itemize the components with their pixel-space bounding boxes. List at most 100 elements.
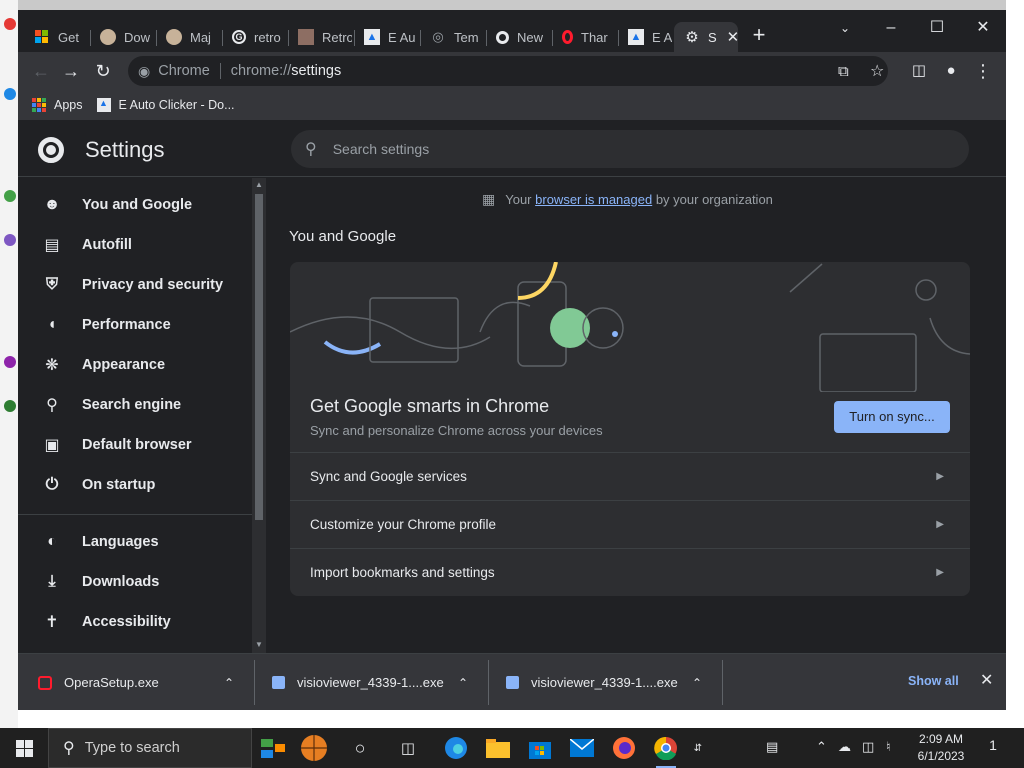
cortana-icon[interactable]: ○	[346, 734, 374, 762]
onedrive-icon[interactable]: ☁	[838, 739, 851, 755]
bookmark-item[interactable]: ▲ E Auto Clicker - Do...	[96, 98, 235, 112]
taskbar-search-input[interactable]: ⚲ Type to search	[48, 728, 252, 768]
sidebar-item-label: Performance	[82, 317, 171, 333]
kebab-menu-icon[interactable]: ⋮	[970, 59, 996, 83]
managed-prefix: Your	[505, 192, 532, 207]
tab-label: Maj	[190, 29, 211, 45]
download-icon: ⤓	[48, 573, 56, 590]
scroll-down-icon[interactable]: ▼	[255, 640, 263, 649]
new-tab-button[interactable]: +	[748, 24, 770, 46]
settings-row-import-bookmarks[interactable]: Import bookmarks and settings ▶	[290, 548, 970, 596]
autoclicker-icon: ▲	[628, 29, 644, 45]
chevron-up-icon[interactable]: ⌃	[692, 676, 702, 690]
basketball-icon[interactable]	[300, 734, 328, 762]
minimize-button[interactable]: –	[868, 14, 914, 42]
forward-button[interactable]: →	[58, 59, 84, 83]
close-shelf-icon[interactable]: ✕	[980, 670, 993, 690]
task-view-icon[interactable]: ◫	[394, 734, 422, 762]
turn-on-sync-button[interactable]: Turn on sync...	[834, 401, 950, 433]
reload-button[interactable]: ↻	[90, 59, 116, 83]
you-and-google-card: Get Google smarts in Chrome Sync and per…	[290, 262, 970, 596]
address-bar[interactable]: ◉ Chrome chrome://settings ⧉ ☆	[128, 56, 888, 86]
chevron-up-icon[interactable]: ⌃	[458, 676, 468, 690]
tab[interactable]: Retro	[288, 22, 352, 52]
edge-icon[interactable]	[442, 734, 470, 762]
desktop-app-icon[interactable]	[4, 88, 16, 100]
bookmark-star-icon[interactable]: ☆	[870, 61, 884, 81]
download-item[interactable]: visioviewer_4339-1....exe ⌃	[506, 654, 722, 710]
bookmark-label: E Auto Clicker - Do...	[118, 98, 235, 112]
sidebar-scrollbar[interactable]: ▲ ▼	[252, 178, 266, 653]
back-button[interactable]: ←	[28, 59, 54, 83]
chrome-logo-icon	[38, 137, 64, 163]
sidebar-item-privacy[interactable]: ⛨ Privacy and security	[18, 265, 252, 305]
news-icon[interactable]: ▤	[766, 739, 778, 755]
omnibox-chip: Chrome	[158, 63, 210, 79]
download-item[interactable]: visioviewer_4339-1....exe ⌃	[272, 654, 488, 710]
tab-settings[interactable]: ⚙ S ✕	[674, 22, 738, 52]
managed-notice: ▦ Your browser is managed by your organi…	[482, 191, 773, 208]
side-panel-icon[interactable]: ◫	[906, 59, 932, 83]
omnibox-divider	[219, 63, 221, 79]
maximize-button[interactable]: ☐	[914, 14, 960, 42]
tab-search-button[interactable]: ⌄	[822, 14, 868, 42]
notification-center-icon[interactable]: 1	[982, 737, 1004, 759]
tab[interactable]: ▲ E Au	[618, 22, 672, 52]
sidebar-item-languages[interactable]: ◐ Languages	[18, 522, 252, 562]
settings-row-customize-profile[interactable]: Customize your Chrome profile ▶	[290, 500, 970, 548]
file-explorer-icon[interactable]	[484, 734, 512, 762]
search-settings-input[interactable]: ⚲ Search settings	[291, 130, 969, 168]
tab[interactable]: ▲ E Au	[354, 22, 418, 52]
chevron-up-icon[interactable]: ⌃	[224, 676, 234, 690]
sidebar-item-accessibility[interactable]: ✝ Accessibility	[18, 602, 252, 642]
exe-file-icon	[272, 676, 285, 689]
close-tab-icon[interactable]: ✕	[727, 28, 738, 46]
network-icon[interactable]: ◫	[862, 739, 874, 755]
scrollbar-thumb[interactable]	[255, 194, 263, 520]
chrome-taskbar-icon[interactable]	[652, 734, 680, 768]
sidebar-item-downloads[interactable]: ⤓ Downloads	[18, 562, 252, 602]
desktop-app-icon[interactable]	[4, 356, 16, 368]
mail-icon[interactable]	[568, 734, 596, 762]
taskbar-scroll-icon[interactable]: ⇵	[688, 734, 708, 762]
scroll-up-icon[interactable]: ▲	[255, 180, 263, 189]
desktop-background	[1006, 0, 1024, 728]
widgets-icon[interactable]	[258, 734, 298, 762]
sidebar-item-you-and-google[interactable]: ☻ You and Google	[18, 185, 252, 225]
tab[interactable]: ◎ Tem	[420, 22, 484, 52]
profile-icon[interactable]: ●	[938, 59, 964, 83]
taskbar-clock[interactable]: 2:09 AM 6/1/2023	[910, 731, 972, 765]
tab[interactable]: New	[486, 22, 550, 52]
clipboard-icon: ▤	[44, 237, 60, 254]
download-item[interactable]: OperaSetup.exe ⌃	[38, 654, 254, 710]
show-all-downloads-link[interactable]: Show all	[908, 674, 959, 688]
desktop-app-icon[interactable]	[4, 400, 16, 412]
tab[interactable]: Thar	[552, 22, 616, 52]
tab[interactable]: G retro	[222, 22, 286, 52]
sidebar-item-performance[interactable]: ◖ Performance	[18, 305, 252, 345]
volume-muted-icon[interactable]: ♮	[886, 739, 891, 755]
apps-bookmark[interactable]: Apps	[32, 98, 83, 112]
gear-icon: ⚙	[685, 29, 699, 46]
microsoft-store-icon[interactable]	[526, 734, 554, 762]
tab[interactable]: Get	[24, 22, 88, 52]
share-icon[interactable]: ⧉	[838, 63, 849, 80]
desktop-app-icon[interactable]	[4, 234, 16, 246]
sidebar-item-appearance[interactable]: ❋ Appearance	[18, 345, 252, 385]
desktop-app-icon[interactable]	[4, 18, 16, 30]
sidebar-item-on-startup[interactable]: ⏻ On startup	[18, 465, 252, 505]
managed-link[interactable]: browser is managed	[535, 192, 652, 207]
settings-row-sync[interactable]: Sync and Google services ▶	[290, 452, 970, 500]
firefox-icon[interactable]	[610, 734, 638, 762]
shield-icon: ⛨	[45, 276, 58, 293]
sidebar-item-autofill[interactable]: ▤ Autofill	[18, 225, 252, 265]
start-button[interactable]	[0, 728, 48, 768]
search-icon: ⚲	[63, 740, 75, 757]
tab[interactable]: Dow	[90, 22, 154, 52]
chevron-up-icon[interactable]: ⌃	[816, 739, 827, 755]
tab[interactable]: Maj	[156, 22, 220, 52]
sidebar-item-default-browser[interactable]: ▣ Default browser	[18, 425, 252, 465]
desktop-app-icon[interactable]	[4, 190, 16, 202]
close-window-button[interactable]: ✕	[960, 14, 1006, 42]
sidebar-item-search-engine[interactable]: ⚲ Search engine	[18, 385, 252, 425]
